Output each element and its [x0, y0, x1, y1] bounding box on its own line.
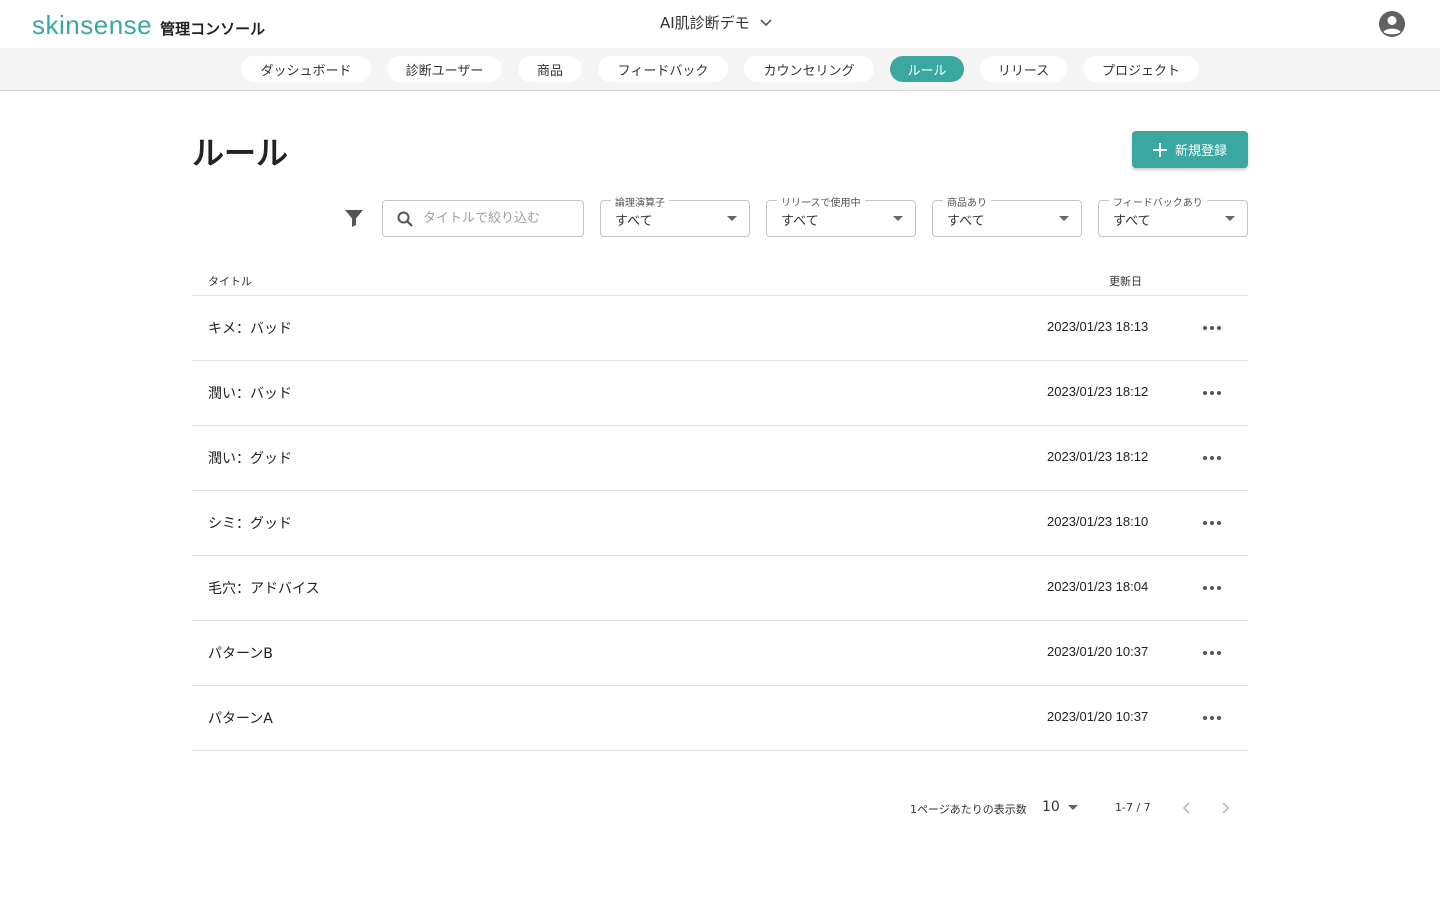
project-select[interactable]: AI肌診断デモ [660, 12, 772, 33]
project-name: AI肌診断デモ [660, 14, 750, 32]
chevron-down-icon [760, 18, 772, 26]
more-actions-icon[interactable] [1200, 447, 1224, 469]
brand-subtitle: 管理コンソール [160, 20, 266, 38]
caret-down-icon [1059, 216, 1069, 221]
caret-down-icon [893, 216, 903, 221]
row-updated: 2023/01/23 18:12 [1047, 449, 1149, 464]
table-row[interactable]: 毛穴：アドバイス 2023/01/23 18:04 [192, 556, 1248, 621]
more-actions-icon[interactable] [1200, 642, 1224, 664]
row-updated: 2023/01/23 18:12 [1047, 384, 1149, 399]
more-actions-icon[interactable] [1200, 382, 1224, 404]
select-logic-operator[interactable]: 論理演算子 すべて [600, 194, 750, 237]
select-label: リリースで使用中 [777, 194, 865, 209]
previous-page-button[interactable] [1176, 798, 1196, 818]
row-title[interactable]: 潤い：グッド [208, 448, 292, 468]
more-actions-icon[interactable] [1200, 707, 1224, 729]
app-header: skinsense 管理コンソール AI肌診断デモ [0, 0, 1440, 48]
tab-diagnosis-users[interactable]: 診断ユーザー [387, 56, 502, 82]
select-value: すべて [1113, 214, 1151, 229]
tab-projects[interactable]: プロジェクト [1083, 56, 1199, 82]
search-icon [397, 211, 413, 227]
row-title[interactable]: パターンB [208, 643, 273, 663]
row-title[interactable]: 毛穴：アドバイス [208, 578, 320, 598]
new-rule-button-label: 新規登録 [1174, 144, 1227, 159]
tab-dashboard[interactable]: ダッシュボード [241, 56, 371, 82]
caret-down-icon [1225, 216, 1235, 221]
row-updated: 2023/01/23 18:13 [1047, 319, 1149, 334]
next-page-button[interactable] [1216, 798, 1236, 818]
table-row[interactable]: シミ：グッド 2023/01/23 18:10 [192, 491, 1248, 556]
filter-icon[interactable] [344, 208, 364, 228]
caret-down-icon [727, 216, 737, 221]
rows-per-page-label: 1ページあたりの表示数 [910, 803, 1027, 816]
row-title[interactable]: 潤い：バッド [208, 383, 292, 403]
tab-counseling[interactable]: カウンセリング [744, 56, 874, 82]
chevron-left-icon [1182, 802, 1190, 814]
column-header-title[interactable]: タイトル [208, 273, 252, 289]
column-header-updated[interactable]: 更新日 [1109, 273, 1142, 289]
select-value: すべて [615, 214, 653, 229]
row-updated: 2023/01/23 18:04 [1047, 579, 1149, 594]
row-updated: 2023/01/23 18:10 [1047, 514, 1149, 529]
pagination-range: 1-7 / 7 [1115, 801, 1151, 814]
row-title[interactable]: パターンA [208, 708, 273, 728]
new-rule-button[interactable]: 新規登録 [1132, 131, 1248, 168]
caret-down-icon [1067, 804, 1078, 810]
more-actions-icon[interactable] [1200, 512, 1224, 534]
brand[interactable]: skinsense 管理コンソール [32, 10, 265, 41]
table-row[interactable]: パターンB 2023/01/20 10:37 [192, 621, 1248, 686]
tab-feedback[interactable]: フィードバック [598, 56, 728, 82]
tab-releases[interactable]: リリース [980, 56, 1067, 82]
search-input[interactable] [423, 211, 573, 226]
select-value: すべて [947, 214, 985, 229]
select-used-in-release[interactable]: リリースで使用中 すべて [766, 194, 916, 237]
select-label: 商品あり [943, 194, 991, 209]
search-box[interactable] [382, 200, 584, 237]
table-row[interactable]: キメ：バッド 2023/01/23 18:13 [192, 296, 1248, 361]
tab-rules[interactable]: ルール [890, 56, 964, 82]
more-actions-icon[interactable] [1200, 317, 1224, 339]
main-nav: ダッシュボード 診断ユーザー 商品 フィードバック カウンセリング ルール リリ… [0, 48, 1440, 91]
select-label: 論理演算子 [611, 194, 669, 209]
account-circle-icon[interactable] [1378, 10, 1406, 38]
table-row[interactable]: 潤い：バッド 2023/01/23 18:12 [192, 361, 1248, 426]
row-updated: 2023/01/20 10:37 [1047, 709, 1149, 724]
table-row[interactable]: 潤い：グッド 2023/01/23 18:12 [192, 426, 1248, 491]
chevron-right-icon [1222, 802, 1230, 814]
select-value: すべて [781, 214, 819, 229]
select-has-products[interactable]: 商品あり すべて [932, 194, 1082, 237]
more-actions-icon[interactable] [1200, 577, 1224, 599]
select-has-feedback[interactable]: フィードバックあり すべて [1098, 194, 1248, 237]
plus-icon [1152, 142, 1167, 157]
select-label: フィードバックあり [1109, 194, 1207, 209]
brand-logo: skinsense [32, 10, 153, 40]
rows-per-page-select[interactable]: 10 [1042, 799, 1078, 815]
tab-products[interactable]: 商品 [518, 56, 582, 82]
row-title[interactable]: キメ：バッド [208, 318, 292, 338]
rows-per-page-value: 10 [1042, 799, 1060, 815]
table-row[interactable]: パターンA 2023/01/20 10:37 [192, 686, 1248, 751]
row-updated: 2023/01/20 10:37 [1047, 644, 1149, 659]
page-title: ルール [192, 134, 289, 172]
row-title[interactable]: シミ：グッド [208, 513, 292, 533]
